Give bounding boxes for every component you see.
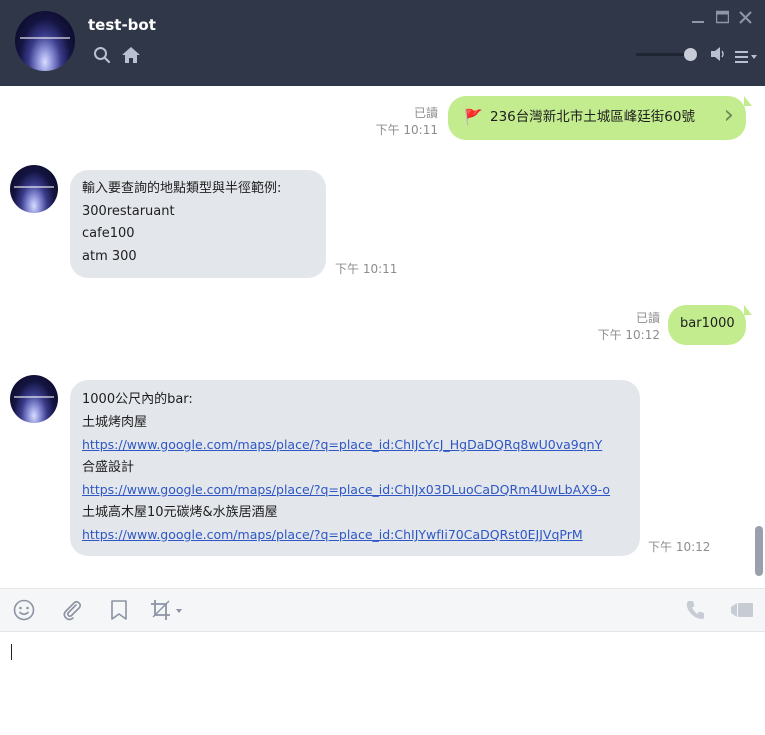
volume-slider[interactable] — [636, 48, 698, 61]
place-name: 土城烤肉屋 — [82, 414, 148, 430]
bot-avatar[interactable] — [15, 11, 75, 71]
video-icon[interactable] — [730, 599, 754, 626]
bubble-tail — [744, 305, 752, 315]
flag-icon: 🚩 — [464, 108, 483, 126]
timestamp: 下午 10:12 — [648, 540, 711, 554]
message-input[interactable] — [0, 632, 765, 735]
place-link[interactable]: https://www.google.com/maps/place/?q=pla… — [82, 479, 628, 502]
menu-icon[interactable] — [735, 48, 757, 67]
timestamp: 下午 10:11 — [335, 262, 398, 276]
close-icon[interactable] — [739, 10, 752, 28]
bookmark-icon[interactable] — [109, 599, 129, 626]
read-receipt: 已讀 — [635, 311, 660, 325]
location-address: 236台灣新北市土城區峰廷街60號 — [490, 109, 695, 125]
outgoing-message-bubble[interactable]: bar1000 — [668, 305, 746, 345]
bot-avatar[interactable] — [10, 165, 58, 213]
incoming-message-bubble[interactable]: 輸入要查詢的地點類型與半徑範例: 300restaruant cafe100 a… — [70, 170, 326, 278]
bot-avatar[interactable] — [10, 375, 58, 423]
timestamp: 下午 10:12 — [597, 328, 660, 342]
place-name: 土城高木屋10元碳烤&水族居酒屋 — [82, 504, 278, 520]
timestamp: 下午 10:11 — [375, 123, 438, 137]
chat-header: test-bot — [0, 0, 765, 86]
place-link[interactable]: https://www.google.com/maps/place/?q=pla… — [82, 524, 628, 547]
message-line: cafe100 — [82, 226, 135, 241]
emoji-icon[interactable] — [13, 599, 35, 626]
message-title: 1000公尺內的bar: — [82, 392, 193, 407]
location-message-bubble[interactable]: 🚩 236台灣新北市土城區峰廷街60號 › — [448, 96, 746, 140]
place-name: 合盛設計 — [82, 459, 135, 475]
attach-icon[interactable] — [61, 599, 83, 626]
message-list[interactable]: 已讀 下午 10:11 🚩 236台灣新北市土城區峰廷街60號 › 輸入要查詢的… — [0, 86, 765, 586]
message-line: 300restaruant — [82, 203, 175, 219]
volume-slider-knob[interactable] — [684, 48, 697, 61]
volume-icon[interactable] — [710, 46, 726, 66]
message-line: atm 300 — [82, 248, 137, 264]
message-text: bar1000 — [680, 316, 735, 331]
maximize-icon[interactable] — [715, 10, 730, 28]
crop-icon[interactable] — [150, 599, 184, 626]
bubble-tail — [744, 96, 752, 106]
bot-name: test-bot — [88, 16, 156, 34]
message-meta: 已讀 下午 10:12 — [580, 310, 660, 344]
message-meta: 已讀 下午 10:11 — [360, 105, 438, 139]
home-icon[interactable] — [121, 46, 141, 68]
minimize-icon[interactable] — [692, 10, 704, 28]
chevron-right-icon: › — [723, 100, 734, 130]
composer-toolbar — [0, 588, 765, 632]
read-receipt: 已讀 — [413, 106, 438, 120]
search-icon[interactable] — [93, 46, 111, 68]
message-line: 輸入要查詢的地點類型與半徑範例: — [82, 181, 282, 196]
phone-icon[interactable] — [685, 599, 705, 626]
incoming-message-bubble[interactable]: 1000公尺內的bar: 土城烤肉屋 https://www.google.co… — [70, 380, 640, 556]
scrollbar-thumb[interactable] — [755, 526, 763, 576]
text-cursor — [11, 644, 12, 660]
place-link[interactable]: https://www.google.com/maps/place/?q=pla… — [82, 434, 628, 457]
